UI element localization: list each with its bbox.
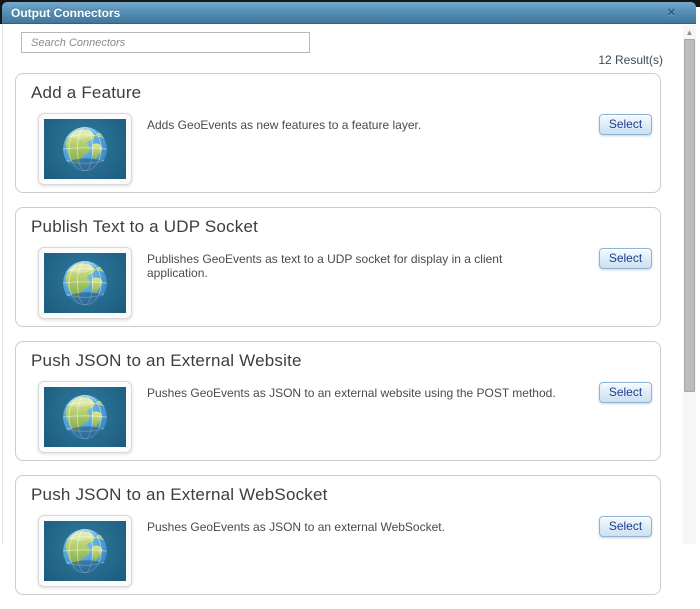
globe-icon <box>44 119 126 179</box>
search-input[interactable] <box>21 32 310 53</box>
globe-icon <box>44 387 126 447</box>
connector-description: Adds GeoEvents as new features to a feat… <box>147 118 422 132</box>
connector-description: Publishes GeoEvents as text to a UDP soc… <box>147 252 503 280</box>
connector-card-push-json-website: Push JSON to an External Website Pushes … <box>15 341 661 461</box>
results-count: 12 Result(s) <box>598 53 663 67</box>
close-icon[interactable]: ✕ <box>667 2 696 24</box>
connector-card-add-a-feature: Add a Feature Adds GeoEvents as new feat… <box>15 73 661 193</box>
dialog-left-border <box>2 24 3 544</box>
select-button[interactable]: Select <box>599 382 652 403</box>
globe-icon <box>44 253 126 313</box>
select-button[interactable]: Select <box>599 114 652 135</box>
scroll-up-icon[interactable]: ▲ <box>683 25 696 40</box>
connector-list: Add a Feature Adds GeoEvents as new feat… <box>15 73 661 609</box>
connector-thumbnail <box>38 247 132 319</box>
connector-title: Push JSON to an External Website <box>31 351 302 370</box>
select-button[interactable]: Select <box>599 248 652 269</box>
connector-title: Push JSON to an External WebSocket <box>31 485 328 504</box>
connector-description: Pushes GeoEvents as JSON to an external … <box>147 520 445 534</box>
connector-thumbnail <box>38 113 132 185</box>
connector-card-publish-text-udp: Publish Text to a UDP Socket Publishes G… <box>15 207 661 327</box>
connector-thumbnail <box>38 381 132 453</box>
dialog-titlebar: Output Connectors ✕ <box>2 2 696 24</box>
connector-thumbnail <box>38 515 132 587</box>
connector-card-push-json-websocket: Push JSON to an External WebSocket Pushe… <box>15 475 661 595</box>
scrollbar-thumb[interactable] <box>684 39 695 392</box>
connector-title: Add a Feature <box>31 83 142 102</box>
vertical-scrollbar[interactable]: ▲ <box>683 25 696 544</box>
connector-title: Publish Text to a UDP Socket <box>31 217 259 236</box>
select-button[interactable]: Select <box>599 516 652 537</box>
connector-description: Pushes GeoEvents as JSON to an external … <box>147 386 556 400</box>
globe-icon <box>44 521 126 581</box>
dialog-title: Output Connectors <box>11 5 121 20</box>
